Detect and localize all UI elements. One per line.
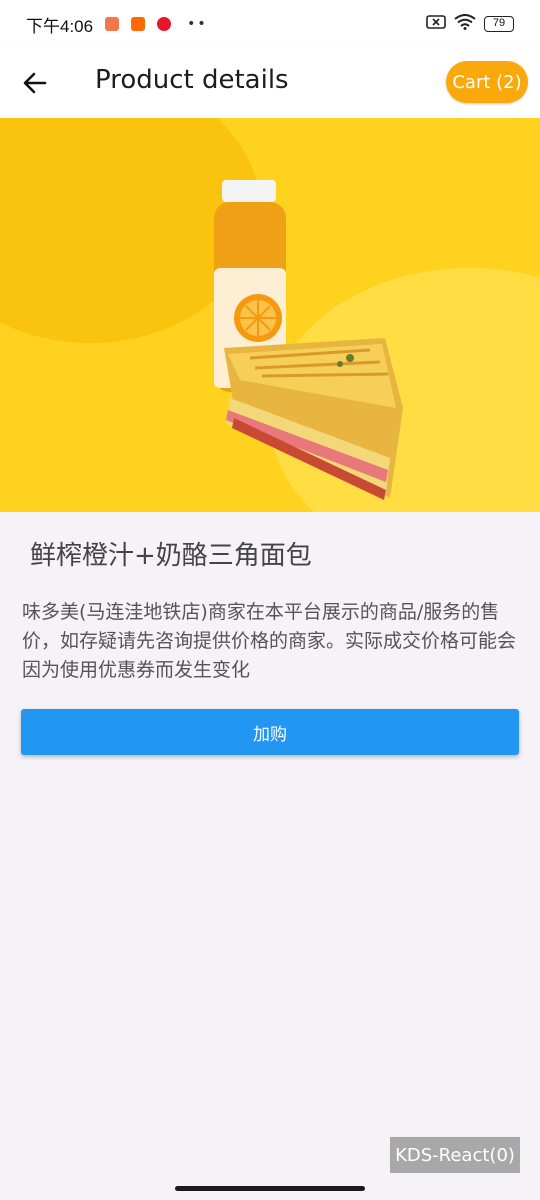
wifi-icon [454, 14, 476, 34]
back-arrow-icon[interactable] [20, 68, 50, 98]
status-right: 79 [426, 14, 514, 34]
sim-off-icon [426, 14, 446, 34]
product-image [0, 118, 540, 512]
add-to-cart-button[interactable]: 加购 [21, 709, 519, 755]
status-bar: 下午4:06 •• 79 [0, 0, 540, 48]
more-notifications-icon: •• [187, 16, 208, 32]
cart-button[interactable]: Cart (2) [446, 61, 528, 103]
app-bar: Product details Cart (2) [0, 48, 540, 118]
product-name: 鲜榨橙汁+奶酪三角面包 [30, 541, 312, 571]
page-title: Product details [95, 65, 289, 95]
home-indicator[interactable] [175, 1186, 365, 1191]
battery-icon: 79 [484, 16, 514, 32]
mi-icon [131, 17, 146, 31]
product-description: 味多美(马连洼地铁店)商家在本平台展示的商品/服务的售价，如存疑请先咨询提供价格… [22, 601, 517, 681]
weibo-icon [157, 17, 172, 31]
debug-badge: KDS-React(0) [390, 1137, 520, 1173]
app-notification-icon [105, 17, 120, 31]
status-time: 下午4:06 [26, 16, 94, 36]
status-left: 下午4:06 •• [26, 12, 208, 37]
